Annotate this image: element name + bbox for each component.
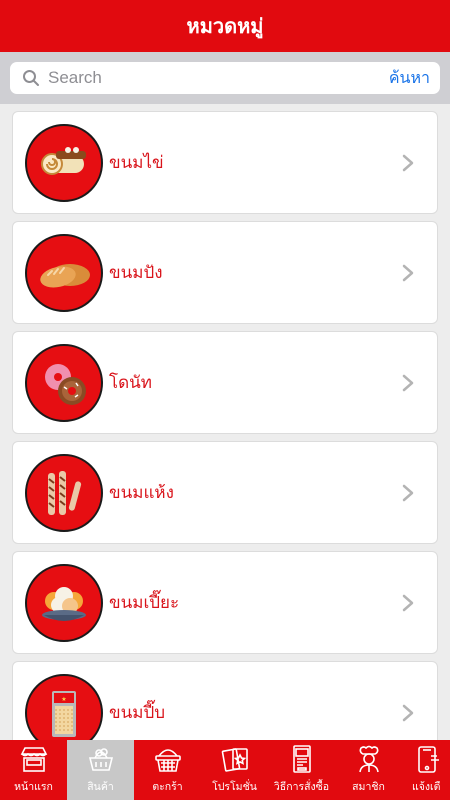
tab-cart[interactable]: ตะกร้า	[134, 740, 201, 800]
category-item-5[interactable]: ★ ขนมปี๊บ	[12, 661, 438, 740]
category-item-1[interactable]: ขนมปัง	[12, 221, 438, 324]
tab-label: แจ้งเตื	[412, 781, 441, 793]
basket-icon	[85, 743, 117, 775]
promo-cards-icon	[219, 743, 251, 775]
tab-label: วิธีการสั่งซื้อ	[273, 781, 330, 793]
search-bar: ค้นหา	[0, 52, 450, 104]
phone-notify-icon	[412, 743, 444, 775]
pastry-bowl-icon	[25, 563, 103, 642]
roll-cake-icon	[25, 123, 103, 202]
tab-notify[interactable]: แจ้งเตื	[402, 740, 450, 800]
chevron-right-icon	[393, 478, 423, 508]
category-item-2[interactable]: โดนัท	[12, 331, 438, 434]
tab-label: หน้าแรก	[14, 781, 53, 793]
search-input[interactable]	[48, 68, 389, 88]
tab-home[interactable]: หน้าแรก	[0, 740, 67, 800]
tab-member[interactable]: สมาชิก	[335, 740, 402, 800]
chevron-right-icon	[393, 258, 423, 288]
category-label: ขนมปี๊บ	[109, 703, 166, 723]
search-box[interactable]: ค้นหา	[10, 62, 440, 94]
top-bar: หมวดหมู่	[0, 0, 450, 52]
bread-icon	[25, 233, 103, 312]
tab-promotion[interactable]: โปรโมชั่น	[201, 740, 268, 800]
category-item-3[interactable]: ขนมแห้ง	[12, 441, 438, 544]
bottom-tab-bar: หน้าแรก สินค้า ตะกร้า โปรโมชั่น วิธีการส…	[0, 740, 450, 800]
search-icon	[20, 67, 42, 89]
svg-text:★: ★	[61, 696, 66, 703]
category-item-0[interactable]: ขนมไข่	[12, 111, 438, 214]
category-label: โดนัท	[109, 373, 152, 393]
category-list: ขนมไข่ ขนมปัง โดนัท ขนมแห้ง ขนมเปี๊ยะ ★ …	[0, 104, 450, 740]
category-label: ขนมไข่	[109, 153, 164, 173]
search-button[interactable]: ค้นหา	[389, 66, 430, 91]
tab-products[interactable]: สินค้า	[67, 740, 134, 800]
tab-how-to-order[interactable]: วิธีการสั่งซื้อ	[268, 740, 335, 800]
order-machine-icon	[286, 743, 318, 775]
chef-icon	[353, 743, 385, 775]
page-title: หมวดหมู่	[186, 14, 264, 38]
chevron-right-icon	[393, 698, 423, 728]
category-item-4[interactable]: ขนมเปี๊ยะ	[12, 551, 438, 654]
category-label: ขนมแห้ง	[109, 483, 174, 503]
category-label: ขนมเปี๊ยะ	[109, 593, 180, 613]
cart-basket-icon	[152, 743, 184, 775]
chevron-right-icon	[393, 148, 423, 178]
biscuit-tin-icon: ★	[25, 673, 103, 740]
wafer-stick-icon	[25, 453, 103, 532]
chevron-right-icon	[393, 588, 423, 618]
tab-label: สมาชิก	[352, 781, 385, 793]
tab-label: ตะกร้า	[152, 781, 183, 793]
bakery-shop-icon	[18, 743, 50, 775]
donut-icon	[25, 343, 103, 422]
category-label: ขนมปัง	[109, 263, 163, 283]
tab-label: โปรโมชั่น	[212, 781, 257, 793]
chevron-right-icon	[393, 368, 423, 398]
tab-label: สินค้า	[87, 781, 114, 793]
